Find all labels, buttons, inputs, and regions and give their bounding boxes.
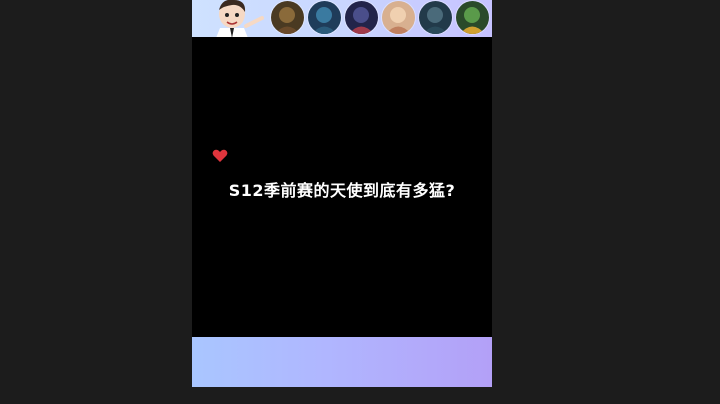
screen-background: S12季前赛的天使到底有多猛? [0,0,720,404]
hero-avatar-3-icon[interactable] [344,0,379,35]
hero-avatar-2-icon[interactable] [307,0,342,35]
hero-avatar-4-icon[interactable] [381,0,416,35]
top-banner [192,0,492,37]
hero-avatar-5-icon[interactable] [418,0,453,35]
hero-avatar-6-icon[interactable] [455,0,490,35]
video-content[interactable]: S12季前赛的天使到底有多猛? [192,37,492,337]
heart-icon [212,149,228,162]
cartoon-mascot-icon [216,0,264,37]
bottom-banner [192,337,492,387]
hero-avatar-1-icon[interactable] [270,0,305,35]
video-frame[interactable]: S12季前赛的天使到底有多猛? [192,0,492,387]
video-subtitle: S12季前赛的天使到底有多猛? [228,181,456,200]
